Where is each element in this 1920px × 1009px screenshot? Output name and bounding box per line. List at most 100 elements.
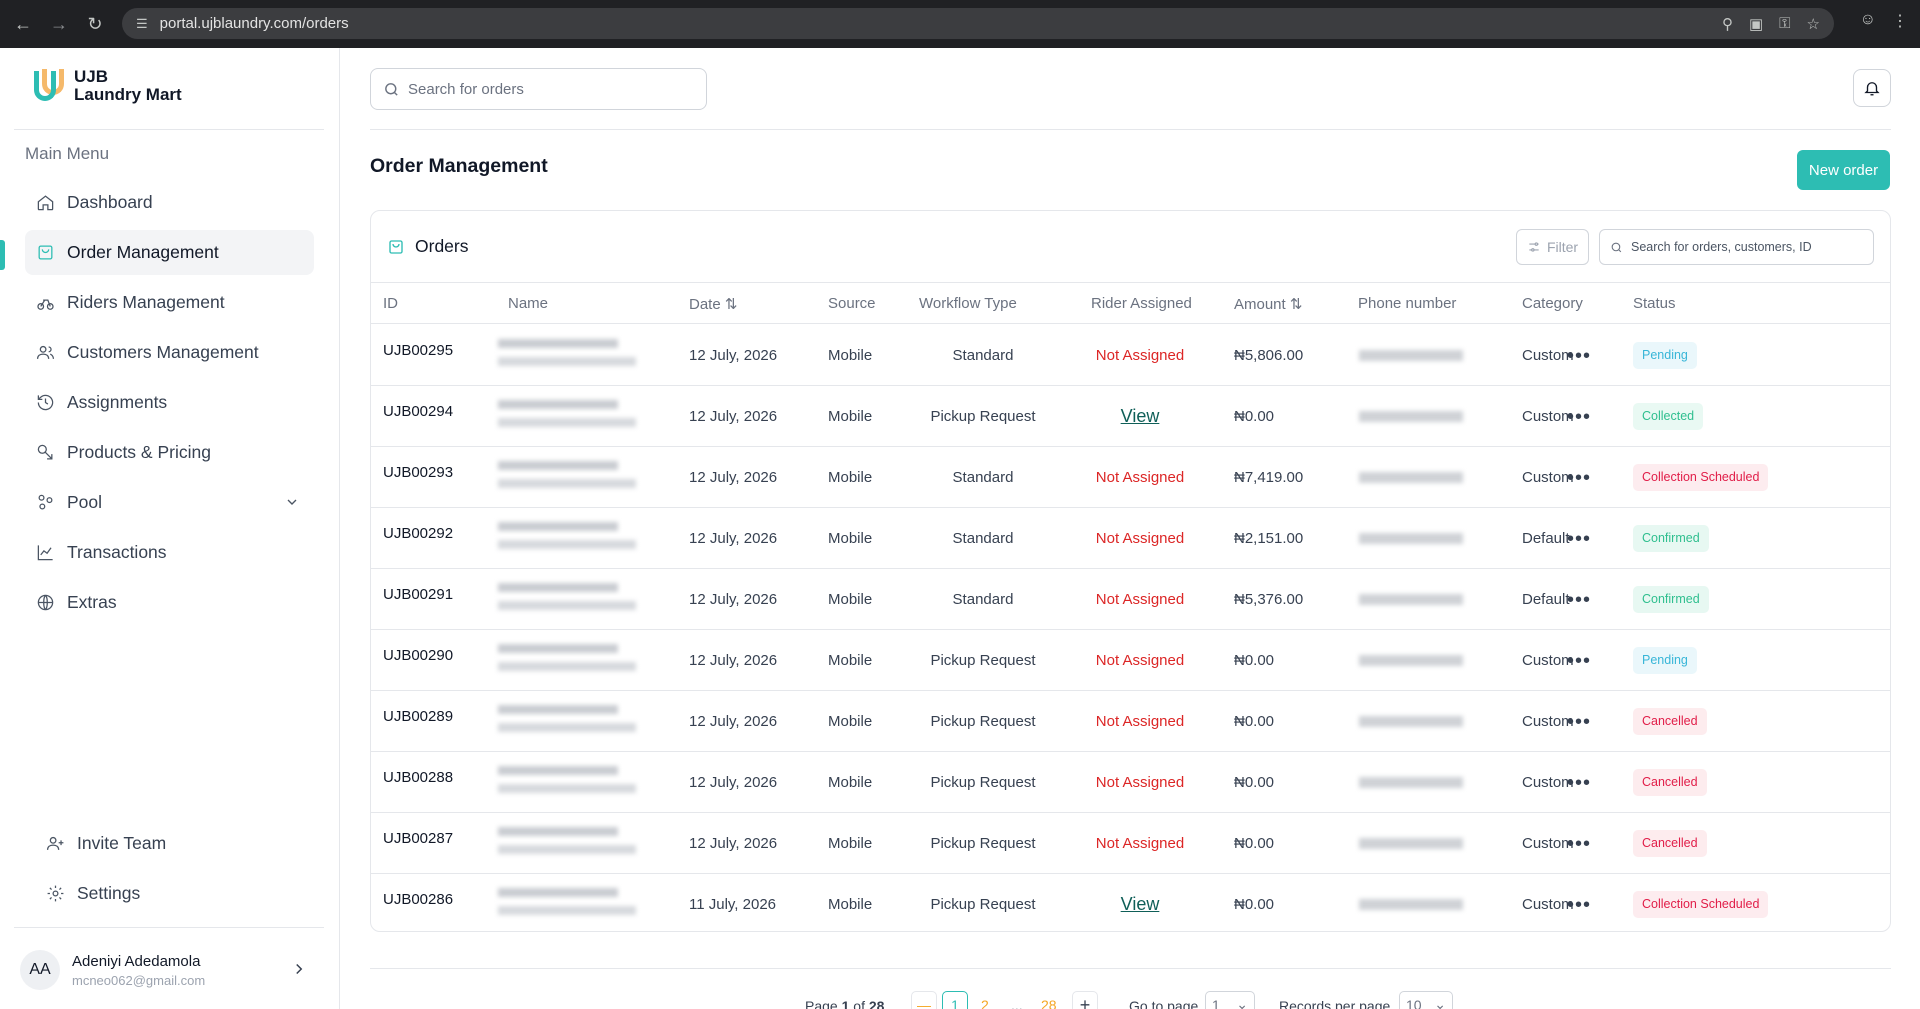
- sidebar-item-label: Order Management: [67, 242, 219, 262]
- more-actions-icon[interactable]: •••: [1567, 650, 1591, 673]
- table-row[interactable]: UJB00286 11 July, 2026 Mobile Pickup Reques…: [371, 874, 1890, 931]
- sidebar-item-transactions[interactable]: Transactions: [25, 530, 314, 575]
- rider-status: Not Assigned: [1095, 652, 1185, 669]
- order-date: 12 July, 2026: [689, 530, 778, 547]
- order-id: UJB00294: [383, 403, 454, 420]
- order-category: Custom: [1522, 835, 1574, 852]
- column-name[interactable]: Name: [508, 295, 548, 312]
- more-menu-icon[interactable]: ⋮: [1892, 11, 1908, 31]
- column-source[interactable]: Source: [828, 295, 876, 312]
- global-search[interactable]: [370, 68, 707, 110]
- orders-search[interactable]: [1599, 229, 1874, 265]
- orders-title-text: Orders: [415, 236, 469, 256]
- filter-button[interactable]: Filter: [1516, 229, 1589, 265]
- tags-icon: [35, 443, 55, 463]
- key-icon[interactable]: ⚿: [1779, 15, 1790, 32]
- goto-page-select[interactable]: 1 ⌄: [1205, 991, 1255, 1009]
- table-row[interactable]: UJB00287 12 July, 2026 Mobile Pickup Reques…: [371, 813, 1890, 874]
- column-category[interactable]: Category: [1522, 295, 1583, 312]
- brand-logo[interactable]: UJB Laundry Mart: [32, 68, 182, 104]
- column-status[interactable]: Status: [1633, 295, 1676, 312]
- order-id: UJB00293: [383, 464, 454, 481]
- view-rider-link[interactable]: View: [1121, 406, 1160, 427]
- column-phone-number[interactable]: Phone number: [1358, 295, 1456, 312]
- table-row[interactable]: UJB00288 12 July, 2026 Mobile Pickup Reques…: [371, 752, 1890, 813]
- sidebar-item-products-pricing[interactable]: Products & Pricing: [25, 430, 314, 475]
- more-actions-icon[interactable]: •••: [1567, 345, 1591, 368]
- user-profile[interactable]: AA Adeniyi Adedamola mcneo062@gmail.com: [20, 946, 320, 994]
- sidebar-item-customers-management[interactable]: Customers Management: [25, 330, 314, 375]
- reload-icon[interactable]: ↻: [82, 11, 108, 37]
- address-bar[interactable]: ☰ portal.ujblaundry.com/orders ⚲ ▣ ⚿ ☆: [122, 8, 1834, 39]
- sort-icon[interactable]: ⇅: [725, 296, 738, 313]
- orders-card: Orders Filter ID Name Date ⇅ Source Work…: [370, 210, 1891, 932]
- column-id[interactable]: ID: [383, 295, 398, 312]
- order-id: UJB00286: [383, 891, 454, 908]
- table-row[interactable]: UJB00293 12 July, 2026 Mobile Standard Not A…: [371, 447, 1890, 508]
- column-amount[interactable]: Amount ⇅: [1234, 295, 1302, 313]
- page-button-28[interactable]: 28: [1041, 997, 1057, 1009]
- more-actions-icon[interactable]: •••: [1567, 467, 1591, 490]
- column-rider-assigned[interactable]: Rider Assigned: [1091, 295, 1192, 312]
- sidebar-item-assignments[interactable]: Assignments: [25, 380, 314, 425]
- sidebar-divider: [14, 129, 324, 130]
- order-source: Mobile: [828, 347, 873, 364]
- workflow-type: Pickup Request: [930, 835, 1036, 852]
- search-input[interactable]: [408, 80, 688, 98]
- search-icon: [385, 82, 398, 96]
- more-actions-icon[interactable]: •••: [1567, 833, 1591, 856]
- prev-page-button[interactable]: —: [911, 991, 937, 1009]
- table-row[interactable]: UJB00289 12 July, 2026 Mobile Pickup Reques…: [371, 691, 1890, 752]
- cast-icon[interactable]: ▣: [1749, 15, 1763, 33]
- chevron-right-icon[interactable]: [290, 960, 308, 983]
- more-actions-icon[interactable]: •••: [1567, 894, 1591, 917]
- site-info-icon[interactable]: ☰: [136, 16, 148, 32]
- customer-name-redacted: [498, 339, 638, 375]
- chevron-down-icon[interactable]: [284, 494, 300, 515]
- column-date[interactable]: Date ⇅: [689, 295, 737, 313]
- rider-status: Not Assigned: [1095, 835, 1185, 852]
- sidebar-item-pool[interactable]: Pool: [25, 480, 314, 525]
- sidebar-item-riders-management[interactable]: Riders Management: [25, 280, 314, 325]
- more-actions-icon[interactable]: •••: [1567, 528, 1591, 551]
- table-row[interactable]: UJB00292 12 July, 2026 Mobile Standard Not A…: [371, 508, 1890, 569]
- records-per-page-select[interactable]: 10 ⌄: [1399, 991, 1453, 1009]
- table-row[interactable]: UJB00290 12 July, 2026 Mobile Pickup Reques…: [371, 630, 1890, 691]
- new-order-button[interactable]: New order: [1797, 150, 1890, 190]
- sidebar-item-dashboard[interactable]: Dashboard: [25, 180, 314, 225]
- page-button-2[interactable]: 2: [981, 997, 989, 1009]
- order-id: UJB00295: [383, 342, 454, 359]
- records-label: Records per page: [1279, 998, 1391, 1009]
- sidebar-item-extras[interactable]: Extras: [25, 580, 314, 625]
- view-rider-link[interactable]: View: [1121, 894, 1160, 915]
- more-actions-icon[interactable]: •••: [1567, 406, 1591, 429]
- more-actions-icon[interactable]: •••: [1567, 589, 1591, 612]
- back-icon[interactable]: ←: [10, 11, 36, 37]
- rider-status: Not Assigned: [1095, 774, 1185, 791]
- notifications-button[interactable]: [1853, 69, 1891, 107]
- sidebar-item-settings[interactable]: Settings: [35, 871, 324, 916]
- zoom-icon[interactable]: ⚲: [1722, 15, 1733, 33]
- sidebar-item-label: Assignments: [67, 392, 168, 412]
- column-workflow-type[interactable]: Workflow Type: [919, 295, 1017, 312]
- forward-icon[interactable]: →: [46, 11, 72, 37]
- table-row[interactable]: UJB00291 12 July, 2026 Mobile Standard Not A…: [371, 569, 1890, 630]
- sort-icon[interactable]: ⇅: [1290, 296, 1303, 313]
- goto-label: Go to page: [1129, 998, 1199, 1009]
- orders-search-input[interactable]: [1631, 240, 1871, 254]
- star-icon[interactable]: ☆: [1807, 15, 1820, 33]
- sidebar-item-invite-team[interactable]: Invite Team: [35, 821, 324, 866]
- sidebar: UJB Laundry Mart Main Menu Dashboard Ord…: [0, 48, 340, 1009]
- orders-card-title: Orders: [387, 236, 468, 257]
- order-amount: ₦0.00: [1234, 835, 1275, 852]
- profile-icon[interactable]: ☺: [1860, 11, 1876, 31]
- page-button-1[interactable]: 1: [942, 991, 968, 1009]
- table-row[interactable]: UJB00294 12 July, 2026 Mobile Pickup Reques…: [371, 386, 1890, 447]
- more-actions-icon[interactable]: •••: [1567, 772, 1591, 795]
- more-actions-icon[interactable]: •••: [1567, 711, 1591, 734]
- page-ellipsis: ...: [1011, 997, 1023, 1009]
- workflow-type: Standard: [952, 591, 1014, 608]
- sidebar-item-order-management[interactable]: Order Management: [25, 230, 314, 275]
- table-row[interactable]: UJB00295 12 July, 2026 Mobile Standard Not A…: [371, 325, 1890, 386]
- next-page-button[interactable]: +: [1072, 991, 1098, 1009]
